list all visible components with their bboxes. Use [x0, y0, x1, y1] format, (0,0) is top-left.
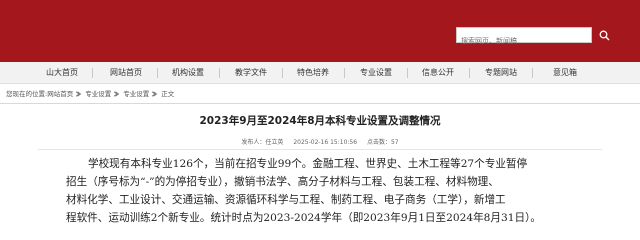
article-paragraph-line: 材料化学、工业设计、交通运输、资源循环科学与工程、制药工程、电子商务（工学），新… — [66, 194, 506, 206]
nav-item-teaching-docs[interactable]: 教学文件 — [235, 62, 267, 84]
breadcrumb-item-majors[interactable]: 专业设置 — [85, 87, 111, 101]
nav-item-organization[interactable]: 机构设置 — [172, 62, 204, 84]
meta-divider — [38, 149, 602, 150]
nav-item-topic-sites[interactable]: 专题网站 — [485, 62, 517, 84]
nav-divider — [344, 68, 345, 78]
nav-divider — [469, 68, 470, 78]
chevron-right-icon — [114, 91, 120, 97]
breadcrumb-item-majors-sub[interactable]: 专业设置 — [123, 87, 149, 101]
article-paragraph-line: 学校现有本科专业126个，当前在招专业99个。金融工程、世界史、土木工程等27个… — [88, 158, 528, 170]
nav-item-sdu-home[interactable]: 山大首页 — [46, 62, 78, 84]
nav-item-majors[interactable]: 专业设置 — [360, 62, 392, 84]
nav-item-disclosure[interactable]: 信息公开 — [422, 62, 454, 84]
nav-item-special-training[interactable]: 特色培养 — [297, 62, 329, 84]
breadcrumb: 您现在的位置: 网站首页 专业设置 专业设置 正文 — [6, 87, 174, 101]
article-paragraph-line: 招生（序号标为“-”的为停招专业），撤销书法学、高分子材料与工程、包装工程、材料… — [66, 176, 499, 188]
nav-divider — [282, 68, 283, 78]
nav-divider — [407, 68, 408, 78]
search-box[interactable] — [456, 27, 592, 48]
nav-divider — [157, 68, 158, 78]
search-input[interactable] — [457, 34, 591, 48]
nav-divider — [532, 68, 533, 78]
search-button[interactable] — [597, 27, 612, 43]
breadcrumb-prefix: 您现在的位置: — [6, 90, 48, 98]
nav-divider — [219, 68, 220, 78]
article-title: 2023年9月至2024年8月本科专业设置及调整情况 — [199, 115, 441, 127]
chevron-right-icon — [76, 91, 82, 97]
main-nav: 山大首页 网站首页 机构设置 教学文件 特色培养 专业设置 信息公开 专题网站 … — [0, 62, 640, 84]
nav-divider — [92, 68, 93, 78]
nav-item-site-home[interactable]: 网站首页 — [110, 62, 142, 84]
breadcrumb-divider — [0, 103, 640, 104]
article-publisher: 发布人：任立英 — [241, 139, 284, 146]
search-icon — [599, 30, 610, 40]
breadcrumb-item-current: 正文 — [161, 90, 175, 98]
article-date: 2025-02-16 15:10:56 — [293, 139, 358, 146]
article-meta: 发布人：任立英 2025-02-16 15:10:56 点击数：57 — [0, 137, 640, 146]
breadcrumb-item-home[interactable]: 网站首页 — [47, 87, 73, 101]
article-views: 点击数：57 — [366, 139, 399, 146]
article-paragraph-line: 程软件、运动训练2个新专业。统计时点为2023-2024学年（即2023年9月1… — [66, 212, 541, 224]
nav-item-feedback[interactable]: 意见箱 — [553, 62, 577, 84]
chevron-right-icon — [152, 91, 158, 97]
